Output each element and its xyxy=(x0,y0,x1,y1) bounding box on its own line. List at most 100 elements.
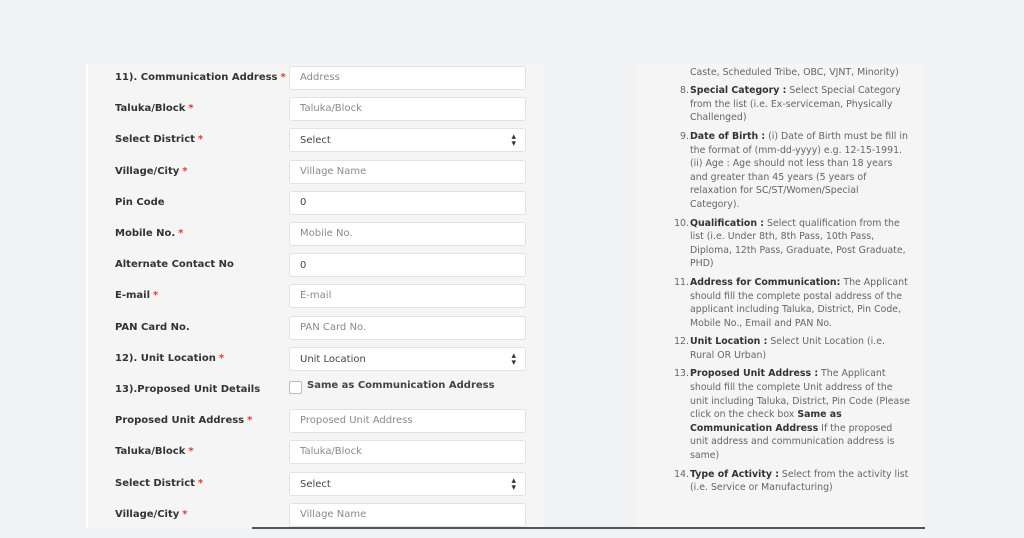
item-number: 10. xyxy=(674,217,689,229)
required-marker: * xyxy=(247,415,253,427)
instruction-item: 11. Address for Communication: The Applic… xyxy=(637,276,925,330)
field-label: Pin Code xyxy=(115,197,165,208)
item-title: Type of Activity : xyxy=(690,468,779,480)
form-row-select-district: Select District * Select ▴ ▾ xyxy=(88,471,544,498)
label-text: Select District xyxy=(115,477,195,489)
item-title: Unit Location : xyxy=(690,336,768,348)
field-label: Mobile No. * xyxy=(115,228,183,239)
instruction-item: 12. Unit Location : Select Unit Location … xyxy=(637,335,925,362)
field-label: PAN Card No. xyxy=(115,322,190,333)
village-name-input[interactable] xyxy=(289,502,526,527)
instructions-panel: applicant from the list (i.e. General, S… xyxy=(637,64,925,528)
field-label: 12). Unit Location * xyxy=(115,353,224,364)
item-number: 8. xyxy=(680,85,689,97)
required-marker: * xyxy=(182,508,188,520)
field-label: Proposed Unit Address * xyxy=(115,415,252,426)
form-row-mobile-no: Mobile No. * Mobile No. xyxy=(88,222,544,248)
label-text: 11). Communication Address xyxy=(115,72,278,83)
label-text: Select District xyxy=(115,134,195,146)
form-row-village-city: Village/City * Village Name xyxy=(88,502,544,529)
field-label: 11). Communication Address * xyxy=(115,72,286,83)
taluka-block-input[interactable] xyxy=(289,440,526,465)
instruction-item: applicant from the list (i.e. General, S… xyxy=(637,64,925,79)
label-text: PAN Card No. xyxy=(115,321,190,333)
label-text: Village/City xyxy=(115,165,180,177)
item-number: 11. xyxy=(674,276,689,288)
required-marker: * xyxy=(178,228,184,239)
pan-card-no-input[interactable] xyxy=(289,315,526,340)
pin-code-input[interactable] xyxy=(289,190,526,215)
item-text: applicant from the list (i.e. General, S… xyxy=(690,66,899,78)
instruction-item: 8. Special Category : Select Special Cate… xyxy=(637,84,925,125)
proposed-unit-address-input[interactable] xyxy=(289,409,526,434)
select-arrow-icon: ▴ ▾ xyxy=(511,132,516,150)
form-row-village-city: Village/City * Village Name xyxy=(88,159,544,186)
label-text: 12). Unit Location xyxy=(115,352,216,364)
required-marker: * xyxy=(182,165,188,177)
select-value: Unit Location xyxy=(300,353,366,365)
form-row-taluka-block: Taluka/Block * Taluka/Block xyxy=(88,440,544,466)
field-label: 13).Proposed Unit Details xyxy=(115,384,260,395)
item-title: Date of Birth : xyxy=(690,130,766,142)
village-name-input[interactable] xyxy=(289,159,526,184)
instruction-item: 14. Type of Activity : Select from the ac… xyxy=(637,468,925,495)
form-row-alternate-contact-no: Alternate Contact No xyxy=(88,253,544,279)
field-label: E-mail * xyxy=(115,290,158,301)
instruction-item: 13. Proposed Unit Address : The Applicant… xyxy=(637,367,925,462)
form-row-11-communication-address: 11). Communication Address * Address xyxy=(88,66,544,92)
12-unit-location-select[interactable]: Unit Location ▴ ▾ xyxy=(289,346,526,371)
taluka-block-input[interactable] xyxy=(289,97,526,122)
form-row-pan-card-no: PAN Card No. PAN Card No. xyxy=(88,315,544,342)
alternate-contact-no-input[interactable] xyxy=(289,253,526,278)
select-district-select[interactable]: Select ▴ ▾ xyxy=(289,128,526,153)
item-number: 12. xyxy=(674,336,689,348)
label-text: E-mail xyxy=(115,290,151,302)
select-arrow-icon: ▴ ▾ xyxy=(511,475,516,493)
required-marker: * xyxy=(188,446,194,458)
form-row-12-unit-location: 12). Unit Location * Unit Location ▴ ▾ xyxy=(88,346,544,373)
item-number: 13. xyxy=(674,368,689,380)
same-address-checkbox[interactable] xyxy=(289,381,302,394)
e-mail-input[interactable] xyxy=(289,284,526,309)
required-marker: * xyxy=(197,134,204,146)
form-row-e-mail: E-mail * E-mail xyxy=(88,284,544,310)
item-number: 9. xyxy=(680,130,689,142)
label-text: Alternate Contact No xyxy=(115,259,234,271)
label-text: Taluka/Block xyxy=(115,446,186,458)
item-title: Address for Communication: xyxy=(690,276,841,288)
form-panel: 11). Communication Address * Address Taluka… xyxy=(86,64,544,528)
instruction-item: 10. Qualification : Select qualification … xyxy=(637,217,925,271)
required-marker: * xyxy=(153,290,159,302)
select-arrow-icon: ▴ ▾ xyxy=(511,350,516,368)
label-text: Proposed Unit Address xyxy=(115,415,245,427)
label-text: Pin Code xyxy=(115,196,165,208)
form-row-taluka-block: Taluka/Block * Taluka/Block xyxy=(88,97,544,123)
select-value: Select xyxy=(300,135,331,147)
item-text: (i) Date of Birth must be fill in the fo… xyxy=(690,130,908,210)
address-input[interactable] xyxy=(289,66,526,90)
field-label: Taluka/Block * xyxy=(115,446,194,457)
select-value: Select xyxy=(300,478,331,490)
label-text: 13).Proposed Unit Details xyxy=(115,384,261,395)
item-title: Special Category : xyxy=(690,85,787,97)
required-marker: * xyxy=(197,477,204,489)
divider xyxy=(252,527,925,529)
field-label: Select District * xyxy=(115,134,203,145)
field-label: Village/City * xyxy=(115,166,188,177)
required-marker: * xyxy=(280,72,286,83)
checkbox-label[interactable]: Same as Communication Address xyxy=(307,380,495,391)
item-number: 14. xyxy=(674,468,689,480)
select-district-select[interactable]: Select ▴ ▾ xyxy=(289,471,526,496)
item-title: Qualification : xyxy=(690,217,765,229)
field-label: Alternate Contact No xyxy=(115,259,234,270)
form-row-proposed-unit-address: Proposed Unit Address * Proposed Unit Addr… xyxy=(88,409,544,435)
mobile-no-input[interactable] xyxy=(289,222,526,246)
field-label: Taluka/Block * xyxy=(115,103,194,114)
required-marker: * xyxy=(218,352,225,364)
instruction-item: 9. Date of Birth : (i) Date of Birth must… xyxy=(637,130,925,212)
form-row-13-proposed-unit-details: 13).Proposed Unit Details Same as Communi… xyxy=(88,378,544,404)
label-text: Village/City xyxy=(115,508,180,520)
instructions-list: applicant from the list (i.e. General, S… xyxy=(637,64,925,500)
label-text: Mobile No. xyxy=(115,228,176,239)
form-row-pin-code: Pin Code xyxy=(88,190,544,217)
